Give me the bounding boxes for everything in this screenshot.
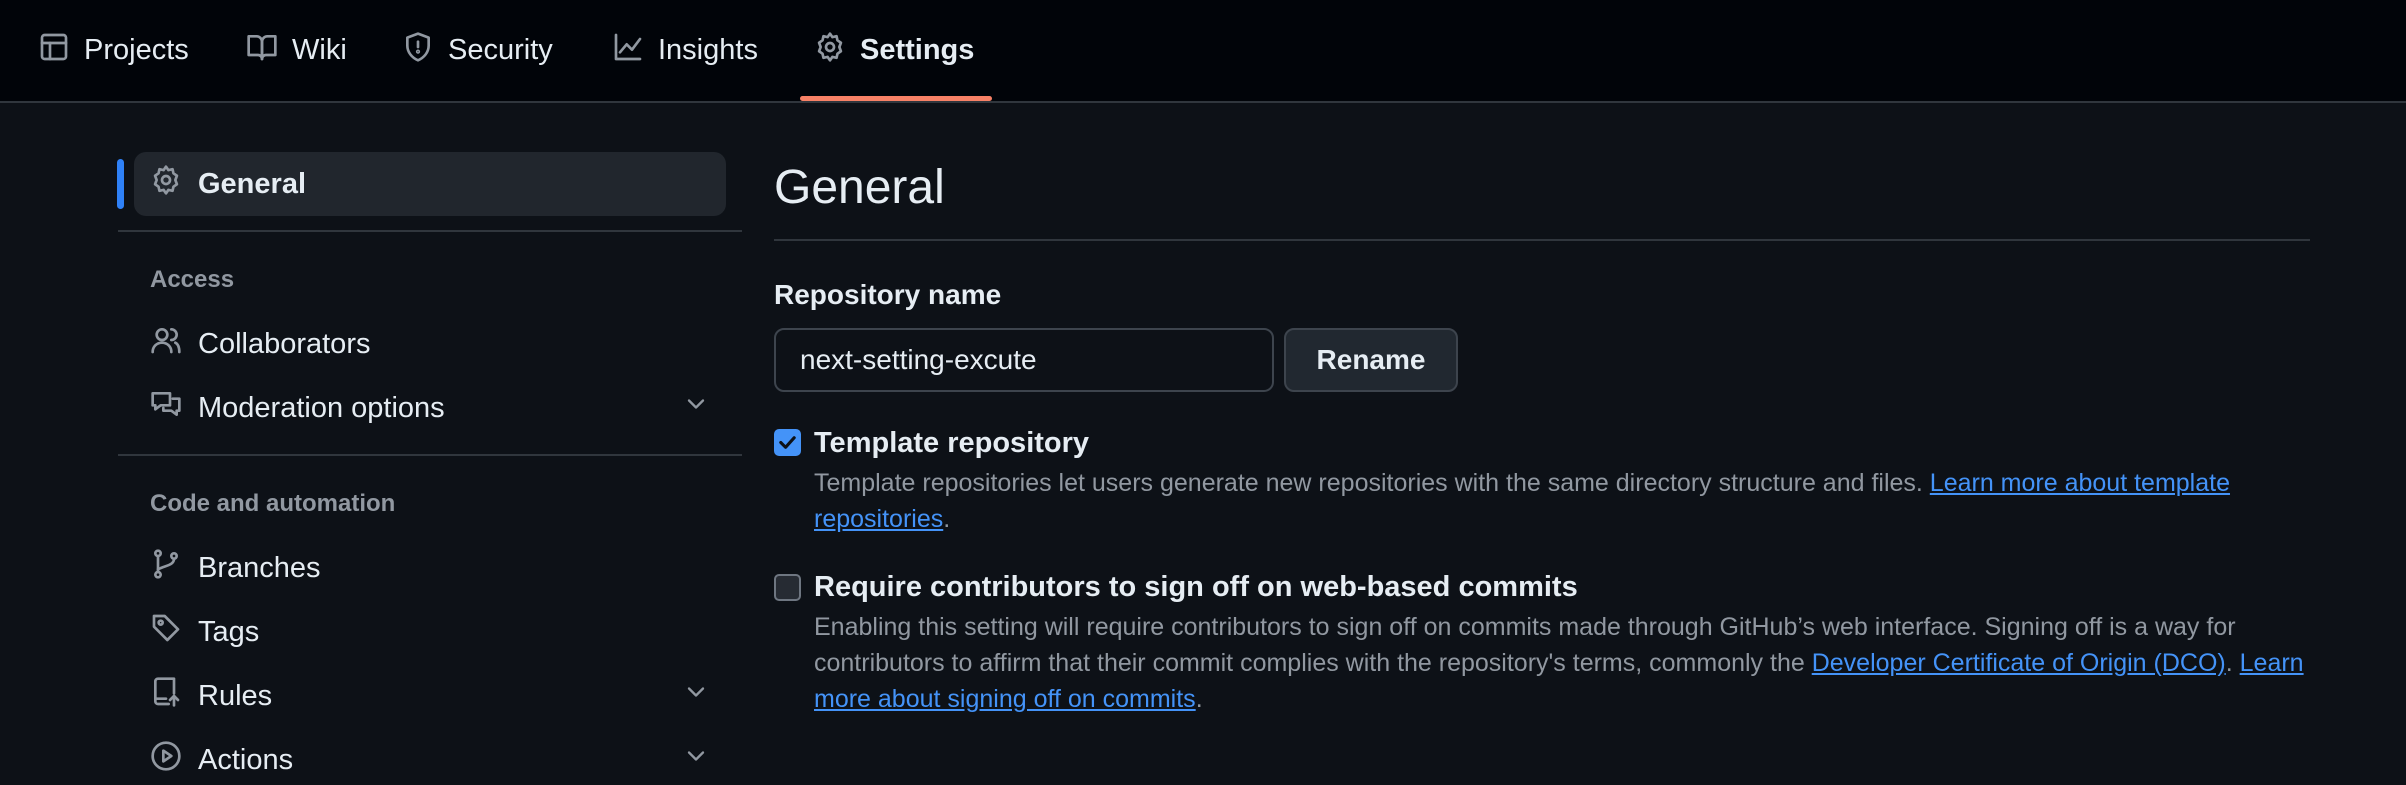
repo-nav-bar: Projects Wiki Security Insights Settings (0, 0, 2406, 103)
table-icon (38, 31, 70, 71)
comment-discussion-icon (150, 388, 182, 428)
tag-icon (150, 612, 182, 652)
repo-push-icon (150, 676, 182, 716)
tab-insights-label: Insights (658, 34, 758, 66)
git-branch-icon (150, 548, 182, 588)
page-title: General (774, 161, 945, 214)
template-repository-checkbox[interactable] (774, 429, 801, 456)
active-tab-underline (800, 96, 992, 101)
gear-icon (150, 164, 182, 204)
graph-icon (612, 31, 644, 71)
description-end: . (943, 505, 951, 533)
tab-settings-label: Settings (860, 34, 975, 66)
description-separator: . (2225, 649, 2240, 677)
template-repository-description: Template repositories let users generate… (814, 465, 2304, 537)
sidebar-item-label: Moderation options (198, 391, 445, 424)
tab-insights[interactable]: Insights (612, 0, 758, 101)
template-description-text: Template repositories let users generate… (814, 469, 1930, 497)
sidebar-item-label: Actions (198, 743, 294, 776)
tab-projects[interactable]: Projects (38, 0, 189, 101)
chevron-down-icon[interactable] (682, 742, 710, 778)
description-end: . (1195, 685, 1203, 713)
tab-security-label: Security (448, 34, 553, 66)
active-item-indicator (117, 159, 124, 209)
sidebar-divider (118, 454, 742, 456)
require-signoff-description: Enabling this setting will require contr… (814, 609, 2304, 717)
dco-link[interactable]: Developer Certificate of Origin (DCO) (1812, 649, 2226, 677)
shield-icon (402, 31, 434, 71)
sidebar-item-label: General (198, 167, 306, 200)
sidebar-item-collaborators[interactable]: Collaborators (150, 319, 710, 369)
require-signoff-checkbox[interactable] (774, 574, 801, 601)
sidebar-heading-code-and-automation: Code and automation (150, 490, 396, 517)
repository-name-input[interactable] (774, 328, 1274, 392)
template-repository-title: Template repository (814, 427, 1090, 459)
sidebar-item-label: Collaborators (198, 327, 371, 360)
title-divider (774, 239, 2310, 241)
chevron-down-icon[interactable] (682, 678, 710, 714)
book-icon (246, 31, 278, 71)
require-signoff-title: Require contributors to sign off on web-… (814, 571, 1578, 603)
tab-projects-label: Projects (84, 34, 189, 66)
sidebar-item-branches[interactable]: Branches (150, 543, 710, 593)
sidebar-item-tags[interactable]: Tags (150, 607, 710, 657)
sidebar-divider (118, 230, 742, 232)
sidebar-item-label: Branches (198, 551, 321, 584)
chevron-down-icon[interactable] (682, 390, 710, 426)
sidebar-heading-access: Access (150, 266, 235, 293)
sidebar-item-label: Rules (198, 679, 273, 712)
sidebar-item-general[interactable]: General (134, 152, 726, 216)
gear-icon (814, 31, 846, 71)
rename-button[interactable]: Rename (1284, 328, 1458, 392)
tab-wiki-label: Wiki (292, 34, 347, 66)
people-icon (150, 324, 182, 364)
play-icon (150, 740, 182, 780)
tab-settings[interactable]: Settings (814, 0, 974, 101)
tab-wiki[interactable]: Wiki (246, 0, 347, 101)
sidebar-item-label: Tags (198, 615, 260, 648)
check-icon (779, 436, 796, 449)
tab-security[interactable]: Security (402, 0, 553, 101)
sidebar-item-rules[interactable]: Rules (150, 671, 710, 721)
sidebar-item-moderation-options[interactable]: Moderation options (150, 383, 710, 433)
repository-name-label: Repository name (774, 279, 1002, 310)
